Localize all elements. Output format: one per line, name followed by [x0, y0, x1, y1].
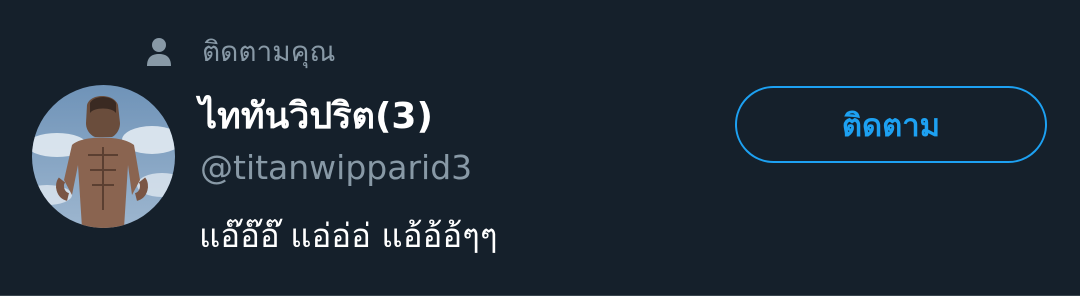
- user-card[interactable]: ติดตามคุณ ไททันวิปริต(3) @titanwipparid3…: [0, 0, 1080, 296]
- follows-you-label: ติดตามคุณ: [202, 35, 336, 68]
- user-bio: แอ๊อ๊อ๊ แอ่อ่อ่ แอ้อ้อ้ๆๆ: [199, 216, 498, 255]
- person-icon: [146, 37, 172, 67]
- follows-you-row: ติดตามคุณ: [146, 34, 335, 70]
- user-handle[interactable]: @titanwipparid3: [200, 147, 472, 189]
- avatar[interactable]: [32, 85, 175, 228]
- follow-button[interactable]: ติดตาม: [735, 86, 1047, 163]
- display-name[interactable]: ไททันวิปริต(3): [199, 94, 433, 140]
